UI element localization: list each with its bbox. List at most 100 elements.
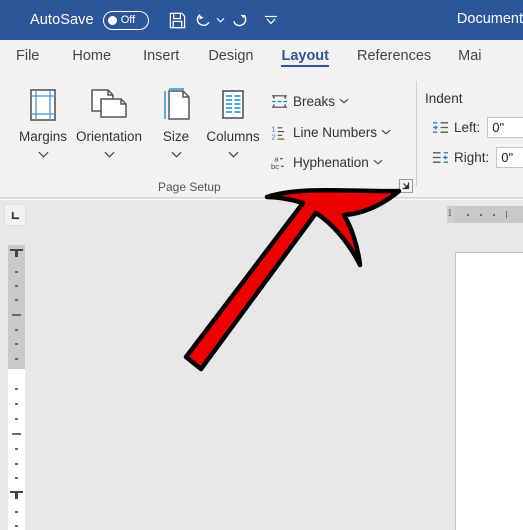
orientation-icon — [87, 81, 131, 129]
page-setup-dialog-launcher[interactable] — [398, 178, 413, 193]
margins-label: Margins — [18, 129, 67, 144]
indent-right-label: Right: — [454, 150, 490, 165]
line-numbers-icon: 1 2 — [268, 124, 290, 141]
orientation-chevron-down-icon[interactable] — [103, 145, 115, 163]
tab-home[interactable]: Home — [72, 40, 111, 64]
ruler-tick — [15, 285, 18, 287]
ruler-tick — [15, 477, 18, 479]
tab-design[interactable]: Design — [208, 40, 253, 64]
breaks-chevron-down-icon[interactable] — [339, 98, 349, 104]
ruler-tick — [15, 525, 18, 527]
hyphenation-button[interactable]: a bc Hyphenation — [268, 150, 383, 174]
horizontal-ruler[interactable]: 1 — [447, 206, 523, 223]
word-application-window: AutoSave Off Document File Home Insert D… — [0, 0, 523, 530]
tab-stop-selector[interactable] — [4, 204, 26, 226]
ribbon-group-separator — [416, 81, 417, 186]
margins-chevron-down-icon[interactable] — [37, 145, 49, 163]
vertical-ruler[interactable] — [8, 245, 25, 530]
ribbon: Margins Orientation Size Columns Breaks … — [0, 75, 523, 198]
vertical-ruler-top-margin-marker — [10, 249, 23, 257]
size-button[interactable]: Size — [150, 81, 202, 163]
tab-design-label: Design — [208, 48, 254, 64]
breaks-label: Breaks — [293, 93, 336, 109]
ruler-tick — [15, 388, 18, 390]
document-title: Document — [456, 11, 523, 27]
columns-chevron-down-icon[interactable] — [227, 145, 239, 163]
horizontal-ruler-active-area — [455, 206, 523, 223]
redo-icon[interactable] — [227, 7, 253, 33]
ruler-tick — [15, 511, 18, 513]
ruler-tick — [15, 418, 18, 420]
tab-file[interactable]: File — [16, 40, 39, 64]
margins-icon — [23, 81, 63, 129]
indent-right-input[interactable]: 0" — [496, 147, 523, 168]
ruler-bar: 1 — [0, 199, 523, 231]
page-setup-group-title: Page Setup — [158, 180, 221, 194]
tab-layout-label: Layout — [281, 48, 329, 64]
tab-insert[interactable]: Insert — [143, 40, 179, 64]
columns-label: Columns — [206, 129, 260, 144]
indent-left-row: Left: 0" — [430, 117, 523, 138]
indent-left-icon — [430, 120, 450, 135]
line-numbers-label: Line Numbers — [293, 124, 378, 140]
ruler-tick — [15, 448, 18, 450]
indent-group-title: Indent — [425, 91, 463, 106]
size-label: Size — [162, 129, 190, 144]
autosave-toggle[interactable]: Off — [102, 10, 149, 30]
ruler-tick-major — [12, 314, 21, 316]
indent-right-row: Right: 0" — [430, 147, 523, 168]
orientation-label: Orientation — [75, 129, 143, 144]
tab-mailings-label: Mai — [458, 48, 482, 64]
ribbon-tab-strip: File Home Insert Design Layout Reference… — [0, 40, 523, 75]
tab-layout[interactable]: Layout — [281, 40, 329, 67]
ruler-tick — [15, 299, 18, 301]
tab-insert-label: Insert — [143, 48, 180, 64]
size-icon — [156, 81, 196, 129]
tab-mailings[interactable]: Mai — [458, 40, 481, 64]
breaks-icon — [268, 93, 290, 110]
ruler-tick — [15, 343, 18, 345]
size-chevron-down-icon[interactable] — [170, 145, 182, 163]
undo-icon[interactable] — [191, 7, 217, 33]
ruler-tick — [15, 358, 18, 360]
tab-layout-active-underline — [281, 64, 329, 67]
horizontal-ruler-label-1: 1 — [447, 207, 453, 219]
svg-text:2: 2 — [271, 132, 275, 140]
hyphenation-icon: a bc — [268, 154, 290, 171]
indent-left-label: Left: — [454, 120, 481, 135]
document-canvas — [0, 231, 523, 530]
undo-dropdown-chevron-icon[interactable] — [215, 17, 227, 23]
svg-text:bc: bc — [271, 162, 279, 171]
tab-home-label: Home — [72, 48, 112, 64]
ruler-tick — [493, 214, 495, 216]
vertical-ruler-bottom-margin-marker — [10, 491, 23, 499]
columns-button[interactable]: Columns — [200, 81, 266, 163]
ruler-tick — [467, 214, 469, 216]
ruler-tick — [480, 214, 482, 216]
title-bar: AutoSave Off Document — [0, 0, 523, 40]
line-numbers-chevron-down-icon[interactable] — [381, 129, 391, 135]
hyphenation-chevron-down-icon[interactable] — [373, 159, 383, 165]
tab-file-label: File — [16, 48, 40, 64]
autosave-toggle-knob — [107, 15, 117, 25]
ruler-tick — [15, 329, 18, 331]
hyphenation-label: Hyphenation — [293, 154, 369, 170]
ruler-tick — [15, 271, 18, 273]
line-numbers-button[interactable]: 1 2 Line Numbers — [268, 120, 391, 144]
customize-quick-access-icon[interactable] — [258, 7, 284, 33]
quick-access-toolbar — [165, 7, 284, 33]
save-icon[interactable] — [165, 7, 191, 33]
tab-references-label: References — [357, 48, 432, 64]
ruler-tick — [15, 463, 18, 465]
columns-icon — [213, 81, 253, 129]
vertical-ruler-margin-zone — [8, 245, 25, 369]
ruler-tick-major — [12, 433, 21, 435]
orientation-button[interactable]: Orientation — [66, 81, 152, 163]
ruler-tick-major — [506, 211, 507, 218]
tab-references[interactable]: References — [357, 40, 431, 64]
indent-left-input[interactable]: 0" — [487, 117, 523, 138]
breaks-button[interactable]: Breaks — [268, 89, 349, 113]
ruler-tick — [15, 403, 18, 405]
document-page[interactable] — [455, 252, 523, 530]
indent-right-icon — [430, 150, 450, 165]
